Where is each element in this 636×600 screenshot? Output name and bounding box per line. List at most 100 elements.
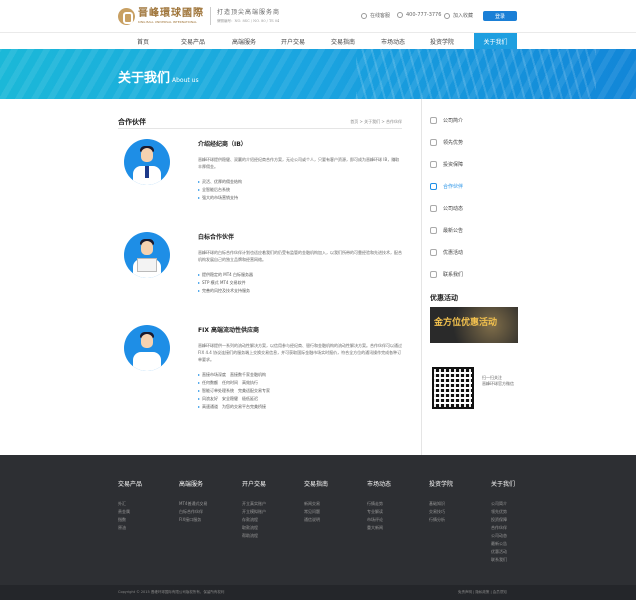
footer-link[interactable]: 专业解读	[367, 508, 391, 516]
nav-market[interactable]: 市场动态	[375, 33, 411, 49]
partner-title: 白标合作伙伴	[198, 234, 235, 241]
star-icon	[444, 12, 450, 19]
sidebar-item-promotions[interactable]: 优惠活动	[422, 241, 517, 263]
list-item: 完善的风控及技术支持服务	[198, 287, 402, 295]
footer-link[interactable]: FIX接口服务	[179, 516, 207, 524]
nav-account[interactable]: 开户交易	[275, 33, 311, 49]
breadcrumb[interactable]: 首页 > 关于我们 > 合作伙伴	[350, 119, 402, 125]
sidebar: 公司简介 领先优势 投资保障 合作伙伴 公司动态 最新公告 优惠活动 联系我们 …	[421, 99, 518, 455]
logo-name: 晋峰環球國際	[138, 7, 204, 19]
banner-subtitle: About us	[172, 77, 199, 84]
footer-link[interactable]: 合作伙伴	[491, 524, 515, 532]
content-header: 合作伙伴 首页 > 关于我们 > 合作伙伴	[118, 117, 402, 129]
nav-academy[interactable]: 投资学院	[424, 33, 460, 49]
partner-title: FIX 高端流动性供应商	[198, 327, 260, 334]
footer-link[interactable]: 交易技巧	[429, 508, 453, 516]
sidebar-item-news[interactable]: 公司动态	[422, 197, 517, 219]
online-service-link[interactable]: 在线客服	[361, 12, 390, 19]
nav-about[interactable]: 关于我们	[474, 33, 517, 49]
logo-mark-icon	[118, 7, 135, 25]
nav-products[interactable]: 交易产品	[175, 33, 211, 49]
sidebar-item-announcements[interactable]: 最新公告	[422, 219, 517, 241]
copyright-text: Copyright © 2015 晋峰环球国际有限公司版权所有，保留所有权利	[118, 590, 225, 594]
footer-link[interactable]: 原油	[118, 524, 142, 532]
license-number: 牌照编号：NO. 8SC / NO. 80 / TS 04	[217, 18, 280, 23]
footer-link[interactable]: 公司简介	[491, 500, 515, 508]
footer-link[interactable]: 开立模拟账户	[242, 508, 266, 516]
footer-legal-links[interactable]: 免责声明 | 隐私政策 | 会员须知	[458, 590, 507, 595]
promo-section-title: 优惠活动	[430, 294, 458, 302]
nav-home[interactable]: 首页	[127, 33, 159, 49]
footer-link[interactable]: 重大新闻	[367, 524, 391, 532]
login-button[interactable]: 登录	[483, 11, 517, 21]
footer-column-academy: 投资学院 基础知识 交易技巧 行情分析	[429, 481, 454, 524]
footer-link[interactable]: 存款流程	[242, 516, 266, 524]
handshake-icon	[430, 182, 437, 190]
phone-number: 400-777-3776	[397, 12, 441, 18]
partner-description: 晋峰环球提供稳健、双赢的介绍经纪商合作方案，无论公司或个人，只要有客户资源，即可…	[198, 157, 400, 169]
wechat-qr-code	[432, 367, 474, 409]
building-icon	[430, 116, 437, 124]
promo-banner[interactable]: 金方位优惠活动	[430, 307, 518, 343]
phone-icon	[397, 12, 403, 18]
sidebar-item-protection[interactable]: 投资保障	[422, 153, 517, 175]
main-nav: 首页 交易产品 高端服务 开户交易 交易指南 市场动态 投资学院 关于我们	[0, 32, 636, 49]
fix-provider-avatar-icon	[124, 325, 170, 371]
footer-link[interactable]: 基础知识	[429, 500, 453, 508]
list-item: 高速通道 为您的交易平台完美桥接	[198, 403, 402, 411]
ib-avatar-icon	[124, 139, 170, 185]
footer-link[interactable]: 领先优势	[491, 508, 515, 516]
footer-link[interactable]: 常见问题	[304, 508, 328, 516]
logo-divider	[210, 7, 211, 25]
qr-caption: 扫一扫关注 晋峰环球官方微信	[482, 375, 514, 386]
footer-link[interactable]: 行情分析	[429, 516, 453, 524]
sidebar-item-partners[interactable]: 合作伙伴	[422, 175, 517, 197]
logo-english-name: KING BALL UNIVERSAL INTERNATIONAL	[138, 19, 197, 24]
footer-link[interactable]: 新闻交易	[304, 500, 328, 508]
footer: 交易产品 外汇 贵金属 指数 原油 高端服务 MT4普通式交易 白标合作伙伴 F…	[0, 455, 636, 585]
footer-column-products: 交易产品 外汇 贵金属 指数 原油	[118, 481, 143, 532]
list-item: 直接市场深度 直接数千家金融机构	[198, 371, 402, 379]
copyright-bar: Copyright © 2015 晋峰环球国际有限公司版权所有，保留所有权利 免…	[0, 585, 636, 600]
footer-link[interactable]: 贵金属	[118, 508, 142, 516]
footer-column-account: 开户交易 开立真实账户 开立模拟账户 存款流程 取款流程 帮助流程	[242, 481, 267, 540]
footer-link[interactable]: 开立真实账户	[242, 500, 266, 508]
footer-link[interactable]: 白标合作伙伴	[179, 508, 207, 516]
list-item: 全智能后台系统	[198, 186, 402, 194]
footer-link[interactable]: 市场评论	[367, 516, 391, 524]
footer-link[interactable]: 外汇	[118, 500, 142, 508]
sidebar-item-advantages[interactable]: 领先优势	[422, 131, 517, 153]
add-favorite-link[interactable]: 加入收藏	[444, 12, 473, 19]
footer-link[interactable]: MT4普通式交易	[179, 500, 207, 508]
footer-link[interactable]: 优惠活动	[491, 548, 515, 556]
nav-services[interactable]: 高端服务	[226, 33, 262, 49]
sidebar-item-company-profile[interactable]: 公司简介	[422, 109, 517, 131]
footer-link[interactable]: 最新公告	[491, 540, 515, 548]
main-content: 合作伙伴 首页 > 关于我们 > 合作伙伴 介绍经纪商（IB） 晋峰环球提供稳健…	[0, 99, 636, 455]
list-item: 提供稳定的 MT4 白标服务器	[198, 271, 402, 279]
footer-link[interactable]: 指数	[118, 516, 142, 524]
logo[interactable]: 晋峰環球國際 KING BALL UNIVERSAL INTERNATIONAL…	[118, 7, 280, 25]
footer-link[interactable]: 行情走势	[367, 500, 391, 508]
partner-benefits: 灵活、优厚的佣金结构 全智能后台系统 强大的市场营销支持	[198, 178, 402, 202]
footer-link[interactable]: 通信说明	[304, 516, 328, 524]
footer-column-services: 高端服务 MT4普通式交易 白标合作伙伴 FIX接口服务	[179, 481, 208, 524]
page-banner: 关于我们 About us	[0, 49, 636, 99]
footer-link[interactable]: 帮助流程	[242, 532, 266, 540]
nav-guide[interactable]: 交易指南	[325, 33, 361, 49]
partner-white-label: 白标合作伙伴 晋峰环球的白标合作伙伴计划也适应着我们的仍受有监管的金融机构加入，…	[118, 222, 402, 315]
sidebar-item-contact[interactable]: 联系我们	[422, 263, 517, 285]
news-icon	[430, 204, 437, 212]
banner-title: 关于我们 About us	[118, 71, 199, 86]
footer-link[interactable]: 公司动态	[491, 532, 515, 540]
trophy-icon	[430, 138, 437, 146]
slogan: 打造顶尖高端服务商	[217, 9, 281, 17]
footer-link[interactable]: 联系我们	[491, 556, 515, 564]
footer-link[interactable]: 取款流程	[242, 524, 266, 532]
footer-link[interactable]: 投资保障	[491, 516, 515, 524]
promo-banner-text: 金方位优惠活动	[434, 318, 498, 328]
shield-icon	[430, 160, 437, 168]
footer-column-guide: 交易指南 新闻交易 常见问题 通信说明	[304, 481, 329, 524]
partner-benefits: 提供稳定的 MT4 白标服务器 STP 模式 MT4 交易软件 完善的风控及技术…	[198, 271, 402, 295]
list-item: STP 模式 MT4 交易软件	[198, 279, 402, 287]
